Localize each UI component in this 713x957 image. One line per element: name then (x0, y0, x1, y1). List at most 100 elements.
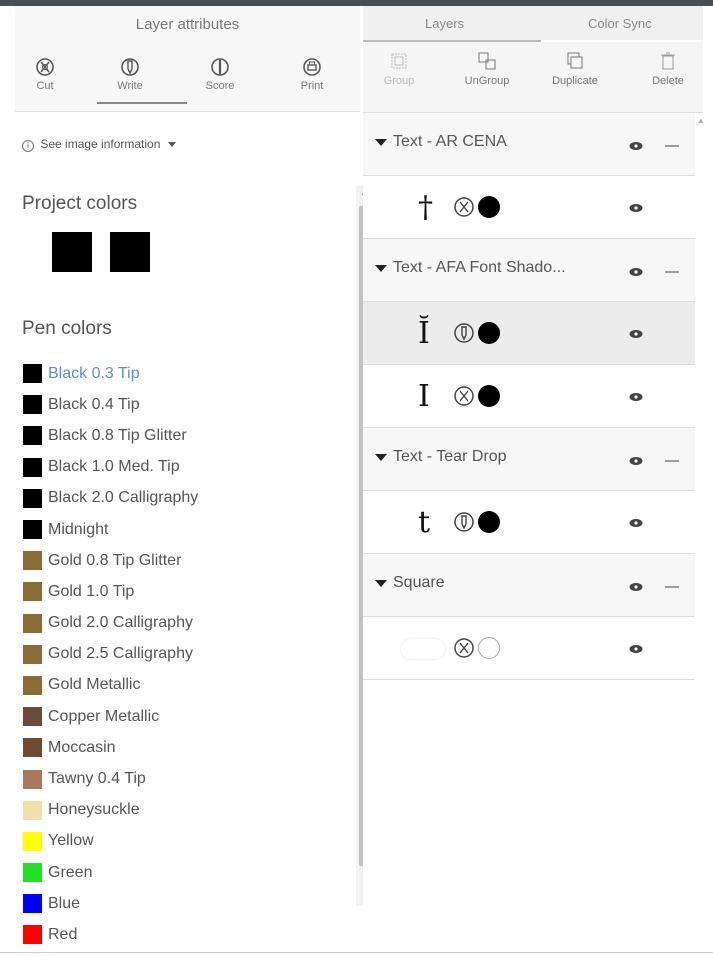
pen-color-item[interactable]: Green (23, 857, 343, 888)
caret-down-icon (167, 142, 176, 148)
pen-color-item[interactable]: Honeysuckle (23, 795, 343, 826)
project-color-swatch[interactable] (110, 232, 150, 272)
pen-color-item[interactable]: Blue (23, 888, 343, 919)
layer-thumbnail: t (418, 505, 431, 540)
duplicate-button[interactable]: Duplicate (545, 50, 605, 87)
visibility-eye-icon[interactable] (629, 141, 643, 151)
pen-color-swatch (23, 925, 42, 945)
layer-group-row[interactable]: Text - Tear Drop (363, 428, 695, 491)
expand-caret-icon[interactable] (375, 265, 387, 272)
op-score-button[interactable]: Score (190, 56, 250, 92)
layers-scroll-up-icon[interactable]: ▲ (697, 116, 705, 125)
pen-color-label: Gold 1.0 Tip (48, 582, 135, 600)
layer-row[interactable]: t (363, 491, 695, 554)
pen-color-label: Midnight (48, 520, 109, 538)
pen-color-label: Black 1.0 Med. Tip (48, 458, 180, 476)
pen-color-item[interactable]: Gold 2.5 Calligraphy (23, 639, 343, 670)
layer-row[interactable]: Ĭ (363, 302, 695, 365)
collapse-dash-icon[interactable] (665, 271, 679, 273)
op-write-button[interactable]: Write (100, 56, 160, 92)
layer-color-swatch[interactable] (478, 322, 500, 344)
layer-group-row[interactable]: Text - AFA Font Shado... (363, 239, 695, 302)
ungroup-icon (478, 52, 496, 70)
ungroup-button[interactable]: UnGroup (457, 50, 517, 87)
group-button[interactable]: Group (369, 50, 429, 87)
collapse-dash-icon[interactable] (665, 460, 679, 462)
visibility-eye-icon[interactable] (629, 392, 643, 402)
tab-layers[interactable]: Layers (425, 16, 464, 31)
pen-color-item[interactable]: Gold 0.8 Tip Glitter (23, 545, 343, 576)
visibility-eye-icon[interactable] (629, 329, 643, 339)
collapse-dash-icon[interactable] (665, 586, 679, 588)
project-color-swatch[interactable] (52, 232, 92, 272)
pen-color-item[interactable]: Red (23, 919, 343, 950)
pen-color-label: Black 0.3 Tip (48, 364, 140, 382)
attributes-title: Layer attributes (135, 16, 240, 33)
visibility-eye-icon[interactable] (629, 267, 643, 277)
visibility-eye-icon[interactable] (629, 582, 643, 592)
layer-color-swatch[interactable] (478, 511, 500, 533)
layer-row[interactable] (363, 617, 695, 680)
collapse-dash-icon[interactable] (665, 145, 679, 147)
op-write-label: Write (117, 80, 143, 92)
expand-caret-icon[interactable] (375, 454, 387, 461)
pen-color-swatch (23, 800, 42, 820)
pen-color-label: Yellow (48, 832, 94, 850)
pen-color-label: Honeysuckle (48, 801, 140, 819)
op-cut-label: Cut (36, 80, 54, 92)
layer-row[interactable]: I (363, 365, 695, 428)
pen-color-item[interactable]: Moccasin (23, 732, 343, 763)
pen-color-item[interactable]: Gold Metallic (23, 670, 343, 701)
layer-color-swatch[interactable] (478, 637, 500, 659)
expand-caret-icon[interactable] (375, 139, 387, 146)
info-icon: i (22, 140, 34, 152)
pen-color-item[interactable]: Black 1.0 Med. Tip (23, 452, 343, 483)
pen-color-item[interactable]: Copper Metallic (23, 701, 343, 732)
pen-color-item[interactable]: Black 2.0 Calligraphy (23, 483, 343, 514)
pen-color-swatch (23, 551, 42, 571)
layer-thumbnail: † (418, 190, 433, 225)
pen-color-swatch (23, 831, 42, 851)
bottom-divider (0, 952, 713, 953)
layer-group-row[interactable]: Text - AR CENA (363, 113, 695, 176)
layer-color-swatch[interactable] (478, 196, 500, 218)
pen-color-label: Black 0.8 Tip Glitter (48, 426, 187, 444)
layer-row[interactable]: † (363, 176, 695, 239)
layer-group-row[interactable]: Square (363, 554, 695, 617)
expand-caret-icon[interactable] (375, 580, 387, 587)
image-info-link[interactable]: i See image information (22, 137, 176, 152)
layer-group-name: Text - AR CENA (393, 133, 507, 150)
layers-toolbar: Group UnGroup Duplicate Delete (363, 42, 703, 113)
pen-color-label: Green (48, 863, 93, 881)
pen-color-swatch (23, 488, 42, 508)
pen-color-label: Copper Metallic (48, 707, 160, 725)
pen-color-item[interactable]: Black 0.3 Tip (23, 358, 343, 389)
tab-color-sync[interactable]: Color Sync (588, 16, 652, 31)
pen-color-item[interactable]: Midnight (23, 514, 343, 545)
pen-color-label: Black 2.0 Calligraphy (48, 489, 199, 507)
pen-color-label: Moccasin (48, 738, 116, 756)
ungroup-label: UnGroup (464, 75, 510, 87)
pen-color-item[interactable]: Yellow (23, 826, 343, 857)
layer-color-swatch[interactable] (478, 385, 500, 407)
layer-attributes-panel: Layer attributes Cut Write Score Print i… (15, 6, 372, 952)
pen-color-item[interactable]: Black 0.8 Tip Glitter (23, 420, 343, 451)
pen-color-list: Black 0.3 Tip Black 0.4 Tip Black 0.8 Tip … (23, 358, 343, 951)
pen-color-item[interactable]: Gold 1.0 Tip (23, 576, 343, 607)
delete-button[interactable]: Delete (638, 50, 698, 87)
visibility-eye-icon[interactable] (629, 644, 643, 654)
op-cut-button[interactable]: Cut (15, 56, 75, 92)
visibility-eye-icon[interactable] (629, 203, 643, 213)
pen-color-item[interactable]: Tawny 0.4 Tip (23, 763, 343, 794)
pen-icon (454, 323, 474, 343)
project-colors-heading: Project colors (22, 193, 138, 214)
layers-tabs: Layers Color Sync (363, 6, 703, 42)
pen-color-item[interactable]: Gold 2.0 Calligraphy (23, 608, 343, 639)
pen-color-item[interactable]: Black 0.4 Tip (23, 389, 343, 420)
visibility-eye-icon[interactable] (629, 518, 643, 528)
op-print-button[interactable]: Print (282, 56, 342, 92)
visibility-eye-icon[interactable] (629, 456, 643, 466)
operation-selector: Cut Write Score Print (15, 56, 360, 101)
pen-color-swatch (23, 863, 42, 883)
pen-color-swatch (23, 426, 42, 446)
